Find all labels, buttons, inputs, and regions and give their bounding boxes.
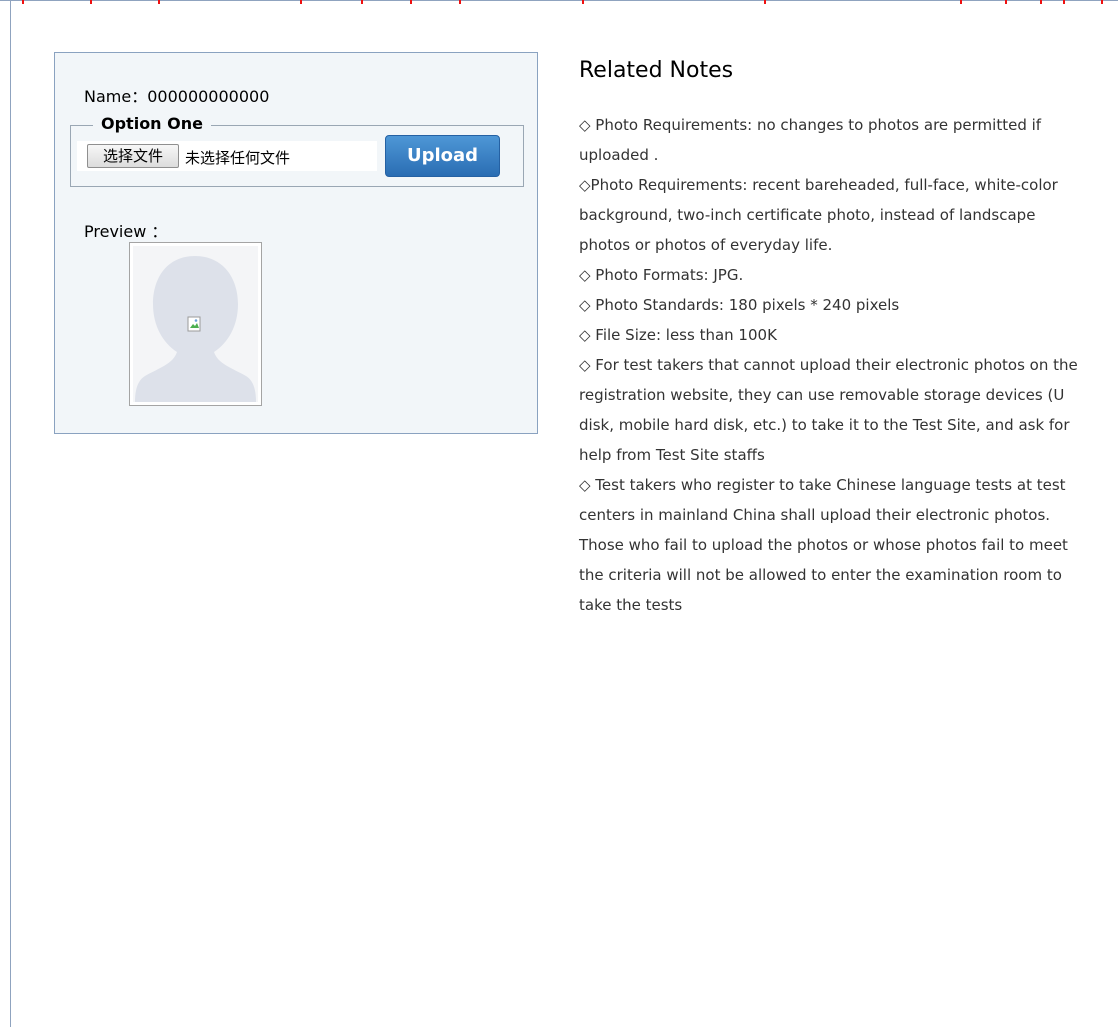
choose-file-button[interactable]: 选择文件: [87, 144, 179, 168]
notes-list: ◇ Photo Requirements: no changes to phot…: [579, 110, 1079, 620]
note-item: ◇ File Size: less than 100K: [579, 326, 777, 344]
note-item: ◇Photo Requirements: recent bareheaded, …: [579, 176, 1058, 254]
notes-title: Related Notes: [579, 58, 734, 83]
note-item: ◇ Test takers who register to take Chine…: [579, 476, 1068, 614]
note-item: ◇ Photo Requirements: no changes to phot…: [579, 116, 1042, 164]
related-notes: Related Notes ◇ Photo Requirements: no c…: [579, 56, 1079, 620]
photo-upload-panel: Name：000000000000 Option One 选择文件 未选择任何文…: [54, 52, 538, 434]
top-red-marks: [0, 0, 1118, 5]
left-divider: [10, 0, 11, 1027]
option-one-fieldset: Option One 选择文件 未选择任何文件 Upload: [70, 114, 524, 187]
note-item: ◇ Photo Standards: 180 pixels * 240 pixe…: [579, 296, 900, 314]
note-item: ◇ For test takers that cannot upload the…: [579, 356, 1078, 464]
file-status-text: 未选择任何文件: [185, 149, 291, 167]
name-label: Name：: [84, 87, 148, 106]
placeholder-silhouette: [133, 246, 258, 402]
upload-button[interactable]: Upload: [385, 135, 500, 177]
preview-label: Preview ：: [84, 222, 168, 241]
broken-image-icon: [187, 316, 201, 332]
note-item: ◇ Photo Formats: JPG.: [579, 266, 744, 284]
option-one-legend: Option One: [93, 114, 211, 133]
name-value: 000000000000: [147, 87, 270, 106]
name-row: Name：000000000000: [84, 83, 269, 107]
photo-preview: [129, 242, 262, 406]
